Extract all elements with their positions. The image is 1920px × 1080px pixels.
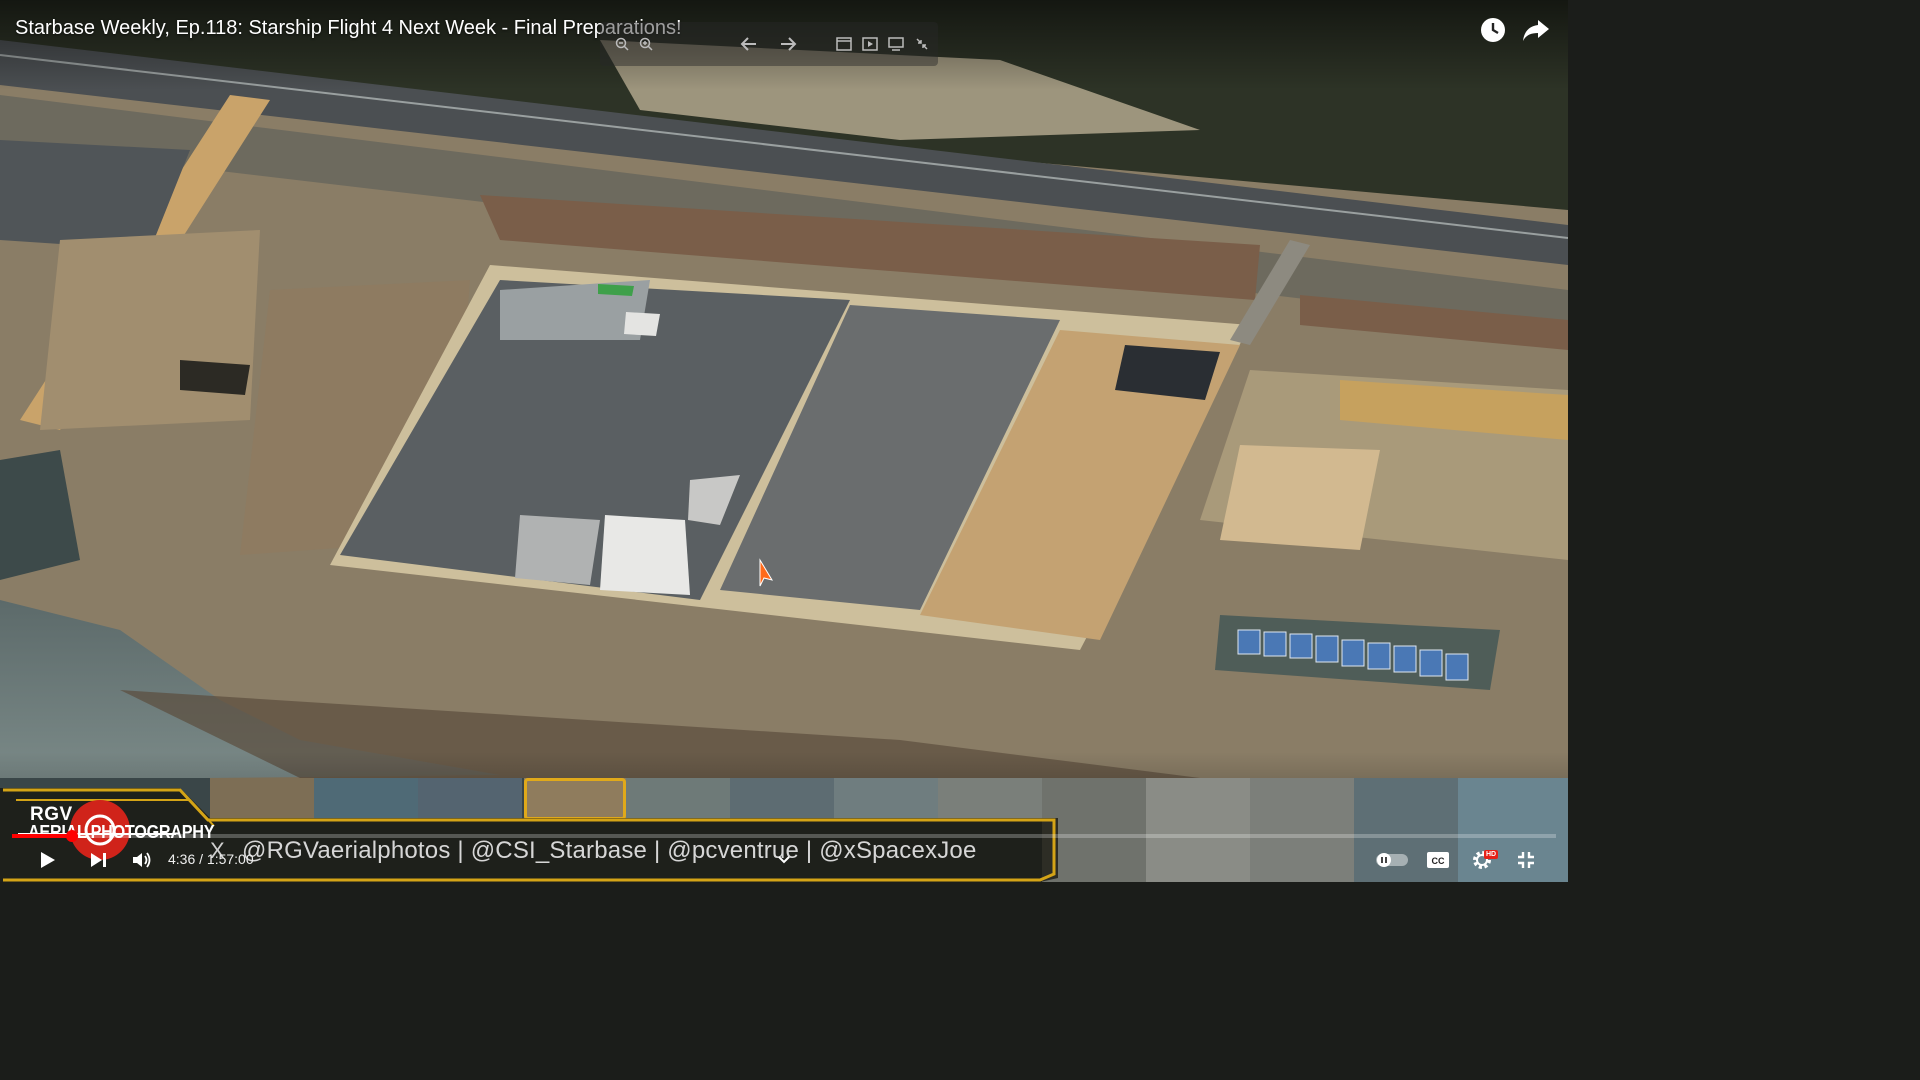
video-frame <box>0 0 1568 882</box>
volume-button[interactable] <box>128 846 156 874</box>
hd-badge: HD <box>1484 850 1499 859</box>
share-icon[interactable] <box>1520 14 1552 46</box>
watch-later-icon[interactable] <box>1477 14 1509 46</box>
time-separator: / <box>195 851 207 867</box>
arrow-right-icon[interactable] <box>776 32 800 56</box>
video-title[interactable]: Starbase Weekly, Ep.118: Starship Flight… <box>15 17 682 40</box>
scrubber-handle[interactable] <box>66 830 78 842</box>
credits-text: @RGVaerialphotos | @CSI_Starbase | @pcve… <box>242 837 977 864</box>
window-icon[interactable] <box>832 32 856 56</box>
progress-fill <box>12 834 72 838</box>
next-button[interactable] <box>84 846 112 874</box>
time-total: 1:57:00 <box>206 851 254 867</box>
svg-text:CC: CC <box>1432 856 1445 866</box>
video-player[interactable]: Starbase Weekly, Ep.118: Starship Flight… <box>0 0 1568 882</box>
arrow-left-icon[interactable] <box>737 32 761 56</box>
chevron-down-icon[interactable] <box>770 846 798 874</box>
zoom-out-icon[interactable] <box>610 32 634 56</box>
zoom-in-icon[interactable] <box>634 32 658 56</box>
captions-button[interactable]: CC <box>1424 846 1452 874</box>
screen-icon[interactable] <box>884 32 908 56</box>
collapse-icon[interactable] <box>910 32 934 56</box>
play-button[interactable] <box>33 846 61 874</box>
progress-bar[interactable] <box>12 830 1556 842</box>
brand-logo-line2: AERIAL PHOTOGRAPHY <box>28 822 215 842</box>
overlay-toolbar <box>600 22 938 66</box>
exit-fullscreen-icon[interactable] <box>1512 846 1540 874</box>
play-box-icon[interactable] <box>858 32 882 56</box>
time-current: 4:36 <box>168 851 196 867</box>
time-display: 4:36 / 1:57:00 <box>168 851 254 867</box>
autoplay-toggle[interactable] <box>1374 846 1410 874</box>
